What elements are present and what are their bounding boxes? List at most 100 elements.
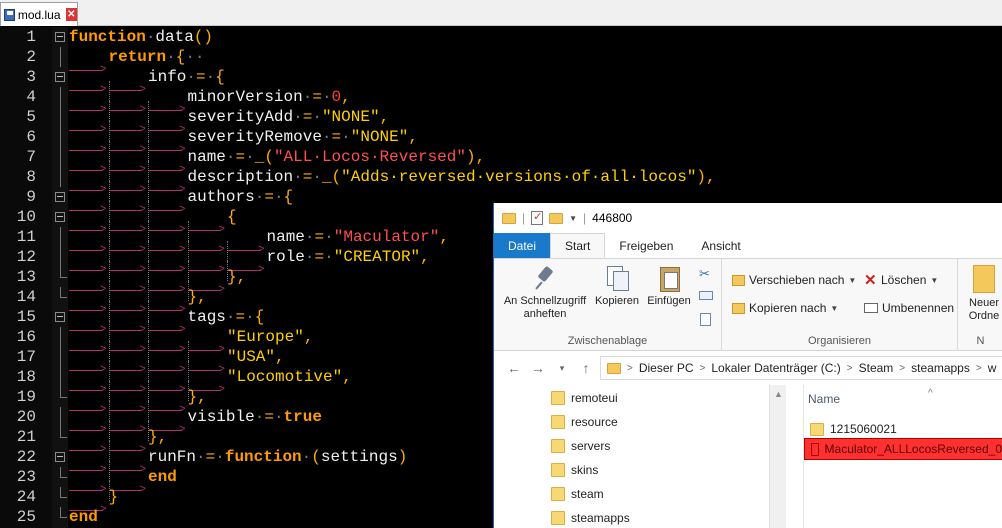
code-token: severityRemove (187, 128, 322, 146)
back-arrow-icon[interactable]: ← (502, 360, 526, 376)
nav-item-servers[interactable]: servers (551, 439, 610, 453)
code-line[interactable]: 6 > > > severityRemove·=·"NONE", (0, 127, 1002, 161)
nav-item-resource[interactable]: resource (551, 415, 618, 429)
rename-button[interactable]: Umbenennen (864, 301, 954, 315)
breadcrumb-item[interactable]: w (988, 361, 997, 375)
code-token: "USA" (227, 348, 276, 366)
line-number: 24 (16, 488, 36, 506)
chevron-down-icon: ▼ (930, 275, 939, 285)
tab-freigeben[interactable]: Freigeben (605, 233, 687, 258)
folder-icon (811, 442, 819, 456)
scroll-up-icon[interactable]: ▲ (774, 389, 783, 399)
ribbon-tabs: Datei Start Freigeben Ansicht (494, 233, 1002, 258)
copy-path-button[interactable] (699, 291, 713, 300)
code-token: function (224, 448, 302, 466)
breadcrumb-item[interactable]: Lokaler Datenträger (C:) (711, 361, 840, 375)
fold-minus-icon[interactable] (55, 312, 65, 322)
file-item[interactable]: 1215060021 (804, 418, 1002, 440)
rename-icon (864, 303, 878, 313)
editor-tab-bar: mod.lua ✕ (0, 0, 1002, 26)
forward-arrow-icon[interactable]: → (526, 360, 550, 376)
tab-start[interactable]: Start (550, 233, 606, 258)
fold-line-marker (60, 147, 61, 167)
breadcrumb-separator-icon: > (846, 362, 853, 374)
line-number: 12 (16, 248, 36, 266)
pane-splitter[interactable] (786, 385, 804, 528)
navigation-pane: remoteui resource servers skins steam st… (494, 385, 769, 528)
breadcrumb-item[interactable]: Steam (859, 361, 894, 375)
code-text: >} (69, 487, 118, 516)
code-token: ( (311, 448, 321, 466)
properties-icon[interactable] (531, 210, 544, 225)
nav-item-remoteui[interactable]: remoteui (551, 391, 618, 405)
new-folder-button[interactable]: Neuer Ordne (962, 265, 1002, 323)
editor-tab-mod-lua[interactable]: mod.lua ✕ (0, 2, 78, 26)
tab-ansicht[interactable]: Ansicht (687, 233, 754, 258)
code-token: · (225, 308, 236, 326)
code-token: · (245, 308, 255, 326)
tab-datei[interactable]: Datei (494, 233, 551, 258)
breadcrumb-item[interactable]: steamapps (911, 361, 970, 375)
code-token: description (187, 168, 294, 186)
file-item-selected[interactable]: Maculator_ALLLocosReversed_0 (804, 438, 1002, 460)
new-folder-icon[interactable] (549, 212, 564, 224)
fold-minus-icon[interactable] (55, 72, 65, 82)
code-text: > > runFn·=·function·(settings) (69, 447, 407, 481)
code-token: function (69, 28, 146, 46)
breadcrumb-item[interactable]: Dieser PC (639, 361, 694, 375)
customize-toolbar-icon[interactable]: ▼ (569, 214, 577, 223)
copy-button[interactable]: Kopieren (592, 265, 642, 308)
code-token: "NONE" (350, 128, 409, 146)
code-token: true (283, 408, 322, 426)
copy-to-button[interactable]: Kopieren nach ▼ (732, 301, 838, 315)
up-arrow-icon[interactable]: ↑ (574, 360, 598, 376)
code-text: > > > > "Locomotive", (69, 367, 352, 401)
paste-shortcut-button[interactable] (700, 313, 711, 326)
move-to-button[interactable]: Verschieben nach ▼ (732, 273, 856, 287)
fold-end-marker (60, 487, 67, 498)
code-line[interactable]: 1 function·data() (0, 27, 1002, 47)
code-text: > > > description·=·_("Adds·reversed·versio… (69, 167, 716, 201)
code-text: > > > >}, (69, 267, 246, 301)
recent-chevron-icon[interactable]: ▾ (550, 363, 574, 374)
code-line[interactable]: 5 > > > severityAdd·=·"NONE", (0, 107, 1002, 141)
code-text: > > > > > name·=·"Maculator", (69, 227, 449, 261)
paste-button[interactable]: Einfügen (644, 265, 694, 308)
chevron-down-icon: ▼ (830, 303, 839, 313)
fold-line-marker (60, 47, 61, 67)
fold-minus-icon[interactable] (55, 452, 65, 462)
line-number: 19 (16, 388, 36, 406)
clipboard-group-label: Zwischenablage (567, 335, 648, 347)
delete-button[interactable]: ✕ Löschen ▼ (864, 273, 939, 288)
code-token: , (439, 228, 449, 246)
code-line[interactable]: 2 > return·{·· (0, 47, 1002, 76)
code-line[interactable]: 4 > > > minorVersion·=·0, (0, 87, 1002, 121)
address-bar[interactable]: > Dieser PC > Lokaler Datenträger (C:) >… (600, 356, 1002, 380)
fold-minus-icon[interactable] (55, 212, 65, 222)
nav-item-skins[interactable]: skins (551, 463, 598, 477)
code-text: > > >}, (69, 287, 207, 321)
nav-scrollbar[interactable]: ▲ (769, 385, 786, 528)
fold-minus-icon[interactable] (55, 192, 65, 202)
folder-icon (551, 463, 565, 477)
code-token: info (148, 68, 187, 86)
code-token: { (227, 208, 237, 226)
code-token: , (408, 128, 418, 146)
column-header-name[interactable]: Name ^ (808, 388, 933, 406)
code-line[interactable]: 8 > > > description·=·_("Adds·reversed·versi… (0, 167, 1002, 201)
code-token: = (302, 168, 313, 186)
code-token: · (254, 188, 265, 206)
nav-item-steam[interactable]: steam (551, 487, 604, 501)
cut-button[interactable]: ✂ (699, 267, 712, 280)
nav-item-steamapps[interactable]: steamapps (551, 511, 630, 525)
code-line[interactable]: 7 > > > name·=·_("ALL·Locos·Reversed"), (0, 147, 1002, 181)
quick-access-toolbar: | ▼ | 446800 (494, 203, 1002, 233)
breadcrumb-separator-icon: > (699, 362, 706, 374)
file-explorer-window[interactable]: | ▼ | 446800 Datei Start Freigeben Ansic… (493, 203, 1002, 528)
close-tab-icon[interactable]: ✕ (65, 8, 77, 21)
line-number: 7 (26, 148, 36, 166)
code-line[interactable]: 3 > > info·=·{ (0, 67, 1002, 101)
line-number: 20 (16, 408, 36, 426)
pin-quick-access-button[interactable]: An Schnellzugriff anheften (500, 265, 590, 321)
fold-minus-icon[interactable] (55, 32, 65, 42)
